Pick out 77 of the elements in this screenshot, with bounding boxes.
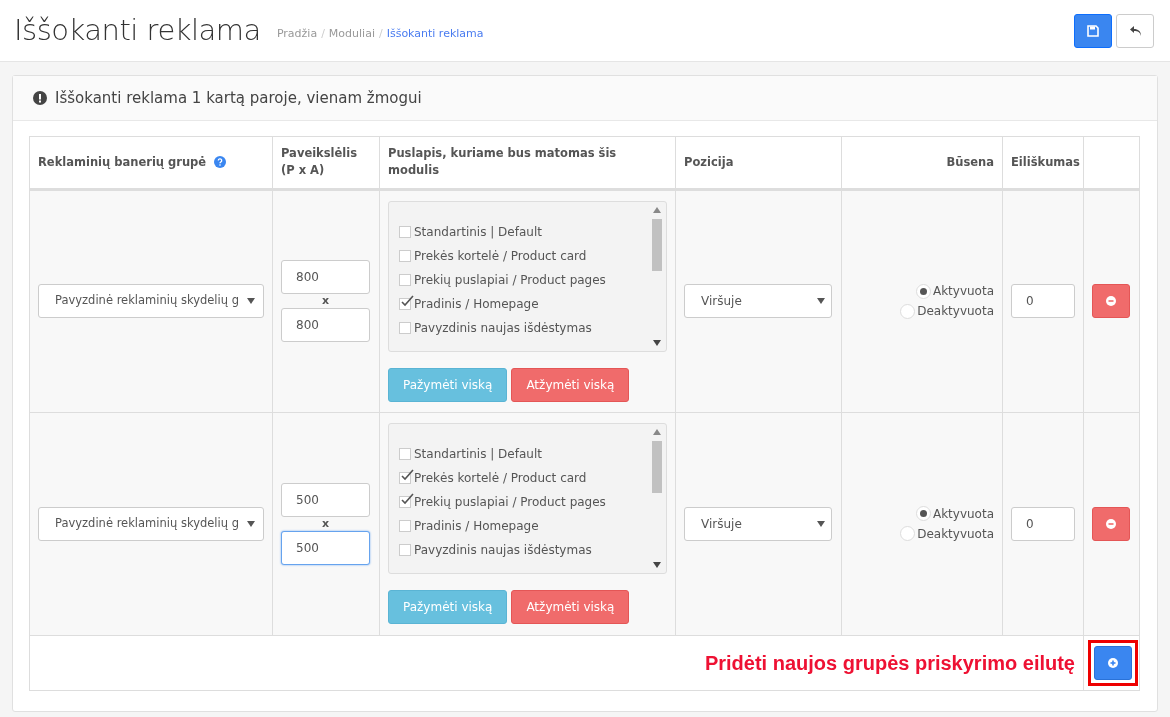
dimension-separator: x (320, 294, 331, 308)
panel-title: Iššokanti reklama 1 kartą paroje, vienam žmogui (55, 87, 422, 109)
radio-button[interactable] (900, 303, 916, 319)
exclamation-icon (33, 91, 47, 105)
checkbox-label: Pavyzdinis naujas išdėstymas (414, 542, 592, 559)
scroll-down-icon[interactable] (653, 339, 661, 346)
scroll-thumb[interactable] (652, 441, 662, 493)
save-button[interactable] (1074, 13, 1112, 48)
checkbox[interactable] (399, 297, 411, 310)
checkbox-label: Standartinis | Default (414, 446, 542, 463)
column-header: Puslapis, kuriame bus matomas šis modulis (388, 146, 617, 178)
caret-icon (817, 298, 825, 304)
checkbox[interactable] (399, 520, 411, 532)
checkbox-label: Standartinis | Default (414, 223, 542, 241)
checkbox[interactable] (399, 225, 411, 238)
checkbox[interactable] (399, 249, 411, 262)
checkbox-label: Pavyzdinis naujas išdėstymas (414, 319, 592, 337)
checkbox[interactable] (399, 544, 411, 556)
radio-label: Deaktyvuota (917, 303, 994, 320)
group-select[interactable]: Pavyzdinė reklaminių skydelių g (38, 506, 264, 541)
height-input[interactable]: 800 (281, 308, 370, 342)
column-header: Paveikslėlis (P x A) (281, 146, 358, 178)
checkbox[interactable] (399, 321, 411, 334)
dimension-separator: x (320, 516, 331, 531)
minus-circle-icon (1106, 296, 1116, 306)
radio-label: Deaktyvuota (917, 525, 994, 543)
checkbox[interactable] (399, 496, 411, 508)
column-header: Būsena (946, 154, 994, 169)
radio-label: Aktyvuota (932, 505, 994, 523)
position-select[interactable]: Viršuje (684, 284, 832, 318)
back-button[interactable] (1116, 13, 1154, 48)
undo-icon (1128, 24, 1142, 37)
checkbox-label: Prekių puslapiai / Product pages (414, 494, 606, 511)
checkbox-list[interactable]: Standartinis | Default Prekės kortelė / Product card Prekių puslapiai / Product pages Pradinis / Homepage Pavyzdinis naujas išdėstymas (388, 423, 667, 574)
page-title: Iššokanti reklama (14, 11, 261, 49)
caret-icon (247, 520, 255, 527)
scrollbar[interactable] (650, 427, 664, 570)
checkbox-list[interactable]: Standartinis | Default Prekės kortelė / Product card Prekių puslapiai / Product pages Pradinis / Homepage Pavyzdinis naujas išdėstymas (388, 200, 667, 352)
column-header: Eiliškumas (1011, 154, 1080, 169)
order-input[interactable]: 0 (1011, 284, 1075, 318)
caret-icon (247, 298, 255, 304)
checkbox-label: Prekių puslapiai / Product pages (414, 271, 606, 289)
add-row-button[interactable] (1094, 645, 1132, 680)
remove-row-button[interactable] (1092, 284, 1130, 318)
scroll-down-icon[interactable] (653, 562, 661, 568)
column-header: Pozicija (684, 154, 734, 169)
checkbox[interactable] (399, 448, 411, 460)
checkbox-label: Pradinis / Homepage (414, 295, 539, 313)
width-input[interactable]: 500 (281, 482, 370, 517)
checkbox-label: Prekės kortelė / Product card (414, 247, 587, 265)
checkbox-label: Prekės kortelė / Product card (414, 470, 587, 487)
add-row-hint: Pridėti naujos grupės priskyrimo eilutę (704, 651, 1075, 674)
position-select[interactable]: Viršuje (684, 506, 832, 541)
caret-icon (817, 520, 825, 527)
radio-button[interactable] (915, 506, 931, 521)
scroll-up-icon[interactable] (653, 429, 661, 435)
radio-button[interactable] (915, 283, 931, 299)
radio-button[interactable] (900, 526, 916, 541)
checkbox-label: Pradinis / Homepage (414, 518, 539, 535)
help-icon[interactable] (214, 156, 227, 169)
minus-circle-icon (1106, 518, 1116, 529)
scroll-up-icon[interactable] (653, 206, 661, 213)
breadcrumb-separator: / (321, 26, 325, 43)
save-icon (1087, 24, 1099, 37)
checkbox[interactable] (399, 273, 411, 286)
radio-label: Aktyvuota (932, 283, 994, 300)
width-input[interactable]: 800 (281, 260, 370, 294)
remove-row-button[interactable] (1092, 506, 1130, 541)
plus-circle-icon (1108, 657, 1118, 668)
checkbox[interactable] (399, 472, 411, 484)
height-input[interactable]: 500 (281, 530, 370, 565)
order-input[interactable]: 0 (1011, 506, 1075, 541)
scroll-thumb[interactable] (652, 218, 662, 271)
breadcrumb-current: Iššokanti reklama (386, 26, 484, 43)
group-select[interactable]: Pavyzdinė reklaminių skydelių g (38, 284, 264, 318)
column-header: Reklaminių banerių grupė (38, 153, 207, 171)
breadcrumb-separator: / (378, 26, 383, 43)
